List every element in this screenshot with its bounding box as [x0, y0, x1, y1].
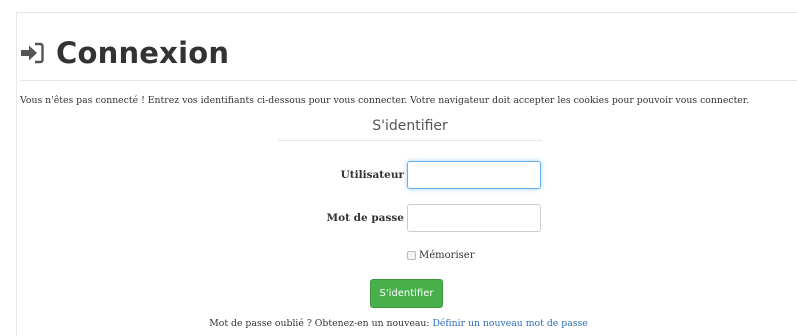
- page-title: Connexion: [56, 36, 230, 70]
- username-input[interactable]: [407, 161, 541, 189]
- forgot-password-line: Mot de passe oublié ? Obtenez-en un nouv…: [0, 318, 797, 329]
- login-button[interactable]: S'identifier: [370, 279, 443, 308]
- frame-top-border: [16, 12, 797, 13]
- reset-password-link[interactable]: Définir un nouveau mot de passe: [432, 318, 587, 329]
- username-label: Utilisateur: [340, 169, 404, 181]
- forgot-password-text: Mot de passe oublié ? Obtenez-en un nouv…: [209, 318, 433, 329]
- password-label: Mot de passe: [326, 212, 404, 224]
- remember-checkbox[interactable]: [407, 251, 416, 260]
- intro-message: Vous n'êtes pas connecté ! Entrez vos id…: [20, 95, 750, 106]
- password-input[interactable]: [407, 204, 541, 232]
- form-section-title: S'identifier: [372, 118, 448, 134]
- remember-label[interactable]: Mémoriser: [419, 250, 474, 261]
- frame-left-border: [16, 12, 17, 336]
- header-divider: [20, 80, 797, 81]
- remember-me[interactable]: Mémoriser: [407, 250, 474, 261]
- page-header: Connexion: [20, 36, 229, 70]
- sign-in-icon: [20, 42, 44, 64]
- form-section-divider: [278, 140, 542, 141]
